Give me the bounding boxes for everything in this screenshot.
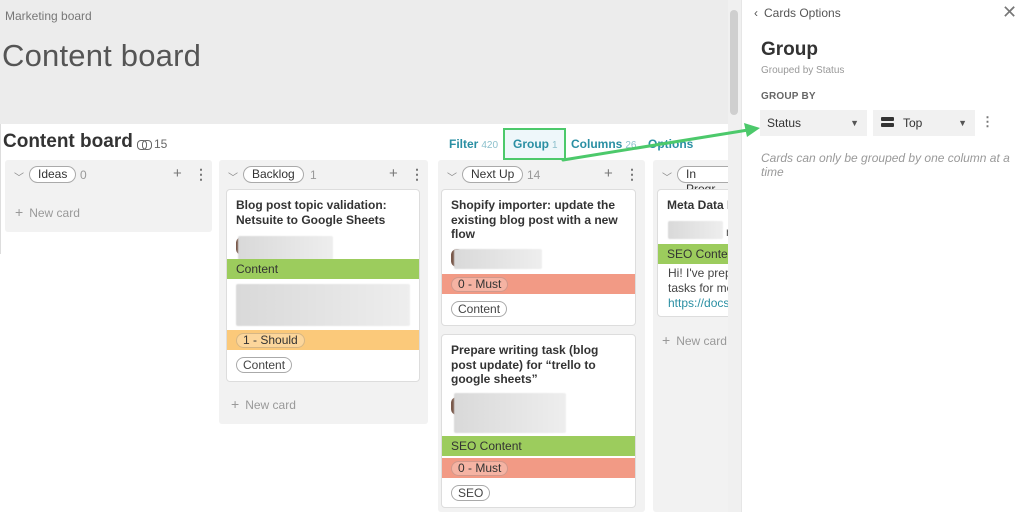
- priority-band: 1 - Should: [227, 330, 419, 350]
- card[interactable]: Meta Data I n SEO Conte Hi! I've prep ta…: [657, 189, 737, 317]
- chevron-down-icon[interactable]: ﹀: [14, 169, 24, 184]
- redacted-content: [236, 284, 410, 326]
- redacted-content: [238, 236, 333, 260]
- new-card-label: New card: [676, 334, 727, 348]
- card-title: Meta Data I: [667, 198, 731, 212]
- group-position-select[interactable]: Top ▼: [873, 110, 975, 136]
- vertical-scrollbar[interactable]: [728, 0, 741, 512]
- board-title: Content board: [3, 131, 133, 152]
- card-title: Prepare writing task (blog post update) …: [451, 343, 599, 386]
- arrow-line: [561, 128, 750, 162]
- annotation-arrow: [561, 123, 760, 162]
- column-name[interactable]: Ideas: [29, 166, 77, 183]
- linked-views[interactable]: 15: [137, 137, 167, 151]
- panel-subtitle: Grouped by Status: [761, 65, 845, 76]
- link-icon: [137, 139, 152, 150]
- column-count: 14: [527, 168, 541, 182]
- chevron-down-icon[interactable]: ﹀: [447, 169, 457, 184]
- group-count: 1: [552, 140, 558, 151]
- card[interactable]: Prepare writing task (blog post update) …: [441, 334, 636, 508]
- column-header: ﹀ Ideas 0 + ⋮: [5, 165, 212, 186]
- column-header: ﹀ Next Up 14 + ⋮: [438, 165, 645, 186]
- group-label: Group: [513, 137, 549, 151]
- card-body-line: Hi! I've prep: [668, 266, 732, 280]
- priority-badge: 0 - Must: [451, 277, 509, 292]
- group-field-value: Status: [767, 116, 802, 130]
- add-card-icon[interactable]: +: [604, 165, 613, 182]
- section-label: GROUP BY: [761, 91, 816, 102]
- chevron-down-icon[interactable]: ﹀: [662, 169, 672, 184]
- page-header: Marketing board Content board: [0, 0, 728, 124]
- card-link[interactable]: https://docs: [668, 296, 729, 311]
- new-card-button[interactable]: + New card: [15, 204, 80, 220]
- column-next-up: ﹀ Next Up 14 + ⋮ Shopify importer: updat…: [438, 160, 645, 512]
- column-header: ﹀ Backlog 1 + ⋮: [219, 165, 428, 186]
- chevron-left-icon: ‹: [754, 6, 758, 20]
- card-title: Blog post topic validation: Netsuite to …: [236, 198, 387, 227]
- filter-count: 420: [481, 140, 499, 151]
- card[interactable]: Shopify importer: update the existing bl…: [441, 189, 636, 326]
- kebab-menu-icon[interactable]: ⋮: [410, 166, 424, 183]
- column-count: 0: [80, 168, 87, 182]
- priority-badge: 0 - Must: [451, 461, 509, 476]
- card-tag: Content: [451, 301, 508, 317]
- card-tag: SEO: [451, 485, 491, 501]
- redacted-content: [454, 393, 566, 433]
- column-in-progress: ﹀ In Progr Meta Data I n SEO Conte Hi! I…: [653, 160, 737, 512]
- link-count: 15: [154, 137, 168, 151]
- position-top-icon: [881, 117, 894, 129]
- card-type-band: Content: [227, 259, 419, 279]
- card-tag: Content: [236, 357, 293, 373]
- column-ideas: ﹀ Ideas 0 + ⋮ + New card: [5, 160, 212, 232]
- panel-note: Cards can only be grouped by one column …: [761, 151, 1010, 179]
- plus-icon: +: [15, 204, 24, 220]
- cards-options-panel: ‹ Cards Options ✕ Group Grouped by Status…: [741, 0, 1024, 512]
- column-name[interactable]: Backlog: [243, 166, 304, 183]
- caret-down-icon: ▼: [958, 118, 967, 128]
- new-card-label: New card: [29, 206, 80, 220]
- group-button[interactable]: Group 1: [503, 128, 566, 160]
- card-type-band: SEO Content: [442, 436, 635, 456]
- column-header: ﹀ In Progr: [653, 166, 733, 196]
- chevron-down-icon[interactable]: ﹀: [228, 169, 238, 184]
- arrow-head: [744, 123, 760, 137]
- back-button[interactable]: ‹ Cards Options: [754, 6, 841, 20]
- kebab-menu-icon[interactable]: ⋮: [981, 114, 994, 130]
- priority-badge: 1 - Should: [236, 333, 305, 348]
- card-type-band: SEO Conte: [658, 244, 736, 264]
- kebab-menu-icon[interactable]: ⋮: [625, 166, 639, 183]
- filter-label: Filter: [449, 137, 479, 151]
- add-card-icon[interactable]: +: [389, 165, 398, 182]
- column-backlog: ﹀ Backlog 1 + ⋮ Blog post topic validati…: [219, 160, 428, 424]
- add-card-icon[interactable]: +: [173, 165, 182, 182]
- new-card-button[interactable]: + New card: [231, 396, 296, 412]
- card[interactable]: Blog post topic validation: Netsuite to …: [226, 189, 420, 382]
- filter-button[interactable]: Filter 420: [449, 137, 498, 151]
- redacted-content: [454, 249, 542, 269]
- app-root: Marketing board Content board Content bo…: [0, 0, 1024, 512]
- page-title: Content board: [2, 38, 202, 73]
- caret-down-icon: ▼: [850, 118, 859, 128]
- card-title: Shopify importer: update the existing bl…: [451, 198, 618, 241]
- scrollbar-thumb[interactable]: [730, 10, 738, 115]
- close-icon[interactable]: ✕: [1002, 2, 1017, 23]
- redacted-content: [668, 221, 723, 239]
- plus-icon: +: [231, 396, 240, 412]
- card-body-line: tasks for me: [668, 281, 734, 295]
- priority-band: 0 - Must: [442, 274, 635, 294]
- group-field-select[interactable]: Status ▼: [760, 110, 867, 136]
- column-name[interactable]: Next Up: [462, 166, 524, 183]
- plus-icon: +: [662, 332, 671, 348]
- new-card-button[interactable]: + New card: [662, 332, 727, 348]
- breadcrumb[interactable]: Marketing board: [5, 9, 92, 23]
- group-position-value: Top: [903, 116, 923, 130]
- back-label: Cards Options: [764, 6, 841, 20]
- priority-band: 0 - Must: [442, 458, 635, 478]
- column-name[interactable]: In Progr: [677, 166, 733, 196]
- new-card-label: New card: [245, 398, 296, 412]
- column-count: 1: [310, 168, 317, 182]
- kebab-menu-icon[interactable]: ⋮: [194, 166, 208, 183]
- divider: [0, 124, 1, 254]
- panel-title: Group: [761, 39, 818, 60]
